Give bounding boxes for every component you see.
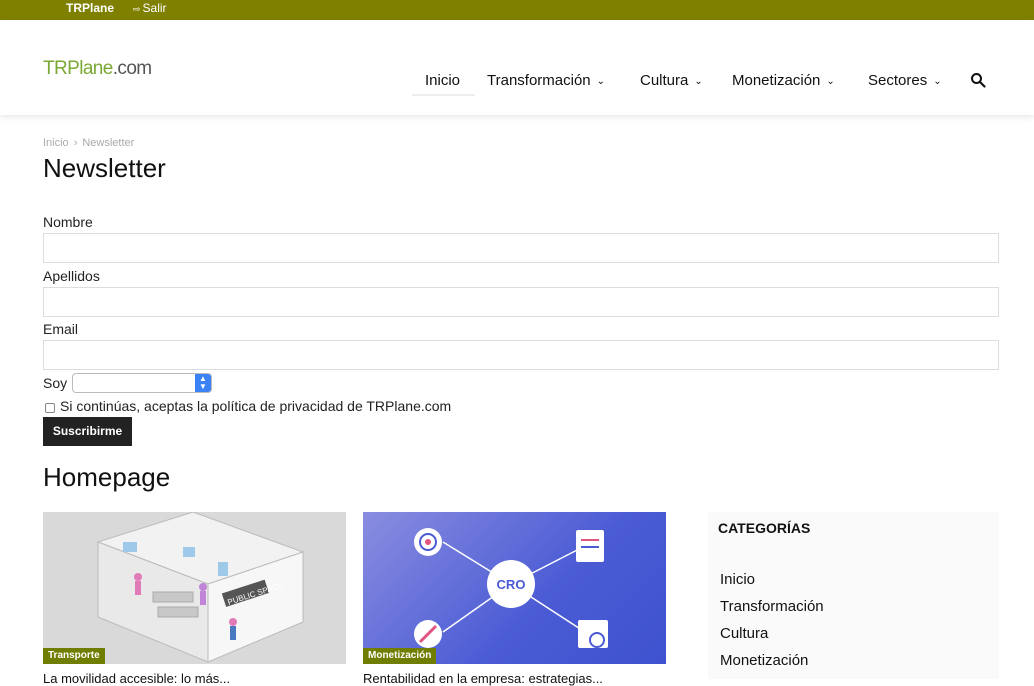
nav-item-monetizacion[interactable]: Monetización ⌄ [732, 72, 835, 89]
site-header: TRPlane.com Inicio Transformación ⌄ Cultu… [0, 20, 1034, 115]
nav-item-inicio[interactable]: Inicio [425, 72, 460, 89]
select-arrows-icon: ▲ ▼ [195, 374, 211, 392]
soy-select[interactable]: ▲ ▼ [72, 373, 212, 393]
breadcrumb-separator: › [73, 137, 78, 149]
logout-arrow-icon: ⇨ [133, 4, 141, 14]
chevron-down-icon: ⌄ [694, 76, 703, 87]
logo-part-1: TRPlane [43, 58, 113, 79]
category-link-monetizacion[interactable]: Monetización [720, 652, 808, 669]
article-card-2[interactable]: CRO Monetización [363, 512, 666, 664]
cro-label: CRO [497, 577, 526, 592]
site-logo[interactable]: TRPlane.com [43, 58, 152, 80]
admin-site-link[interactable]: TRPlane [66, 1, 114, 15]
admin-bar: TRPlane ⇨ Salir [0, 0, 1034, 20]
nav-label: Sectores [868, 72, 928, 89]
nav-item-transformacion[interactable]: Transformación ⌄ [487, 72, 605, 89]
public-space-illustration: PUBLIC SPACE [96, 512, 305, 663]
consent-checkbox[interactable] [45, 403, 55, 413]
category-link-cultura[interactable]: Cultura [720, 625, 768, 642]
consent-text: Si continúas, aceptas la política de pri… [60, 398, 452, 414]
apellidos-label: Apellidos [43, 268, 100, 284]
breadcrumb: Inicio › Newsletter [43, 137, 134, 149]
nav-item-sectores[interactable]: Sectores ⌄ [868, 72, 942, 89]
email-field[interactable] [43, 340, 999, 370]
nav-label: Transformación [487, 72, 591, 89]
article-card-1[interactable]: PUBLIC SPACE Transporte [43, 512, 346, 664]
subscribe-button[interactable]: Suscribirme [43, 417, 132, 446]
nav-label: Inicio [425, 72, 461, 89]
apellidos-field[interactable] [43, 287, 999, 317]
soy-label: Soy [43, 375, 68, 391]
logout-label: Salir [142, 1, 167, 15]
nav-label: Cultura [640, 72, 689, 89]
email-label: Email [43, 321, 79, 337]
category-tag[interactable]: Transporte [43, 648, 105, 664]
nav-label: Monetización [732, 72, 821, 89]
active-nav-indicator [412, 94, 475, 96]
breadcrumb-home[interactable]: Inicio [43, 137, 69, 149]
nombre-label: Nombre [43, 214, 93, 230]
category-link-transformacion[interactable]: Transformación [720, 598, 824, 615]
logo-part-2: .com [112, 58, 152, 79]
page-title: Newsletter [43, 153, 166, 183]
chevron-down-icon: ⌄ [933, 76, 942, 87]
nav-item-cultura[interactable]: Cultura ⌄ [640, 72, 703, 89]
homepage-heading: Homepage [43, 462, 171, 492]
breadcrumb-current: Newsletter [82, 137, 135, 149]
category-tag[interactable]: Monetización [363, 648, 437, 664]
nombre-field[interactable] [43, 233, 999, 263]
categories-widget: CATEGORÍAS Inicio Transformación Cultura… [708, 512, 999, 679]
category-link-inicio[interactable]: Inicio [720, 571, 755, 588]
cro-diagram-illustration: CRO [414, 528, 608, 648]
chevron-down-icon: ⌄ [826, 76, 835, 87]
logout-link[interactable]: ⇨ Salir [133, 1, 167, 15]
categories-title: CATEGORÍAS [718, 520, 811, 536]
search-icon[interactable] [970, 72, 986, 88]
chevron-down-icon: ⌄ [596, 76, 606, 87]
